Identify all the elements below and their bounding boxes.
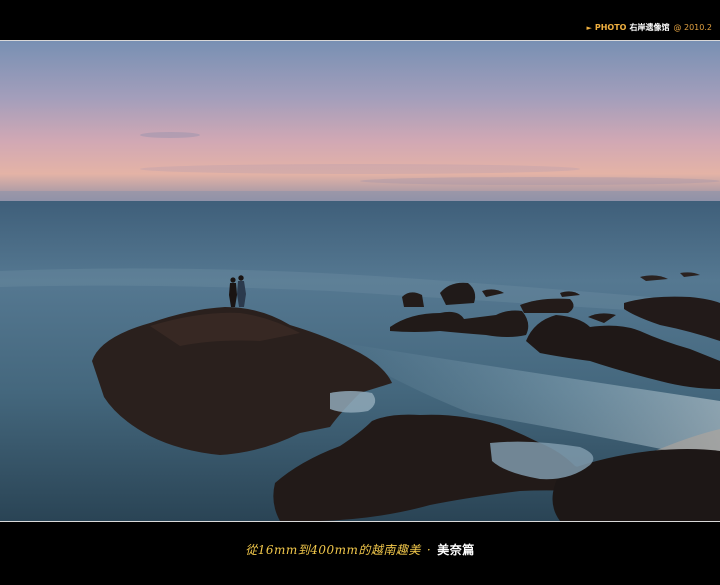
seascape-photo: [0, 41, 720, 521]
rock: [402, 292, 424, 307]
caption-main: 從16mm到400mm的越南趣美: [245, 543, 421, 557]
top-bar: ► PHOTO 右岸遗像馆 @ 2010.2: [0, 0, 720, 40]
credit-name: 右岸遗像馆: [629, 23, 670, 32]
caption-series: 美奈篇: [437, 543, 475, 557]
credit-year: @ 2010.2: [673, 23, 712, 32]
seascape-illustration: [0, 41, 720, 521]
tide-pool: [330, 391, 376, 413]
cloud: [360, 177, 720, 185]
credit-label: PHOTO: [594, 23, 627, 32]
play-arrow-icon: ►: [586, 24, 592, 32]
caption-separator: ·: [426, 543, 432, 557]
photo-caption: 從16mm到400mm的越南趣美 · 美奈篇: [0, 541, 720, 558]
photo-credit: ► PHOTO 右岸遗像馆 @ 2010.2: [586, 23, 712, 33]
cloud: [140, 164, 580, 174]
cloud: [140, 132, 200, 138]
